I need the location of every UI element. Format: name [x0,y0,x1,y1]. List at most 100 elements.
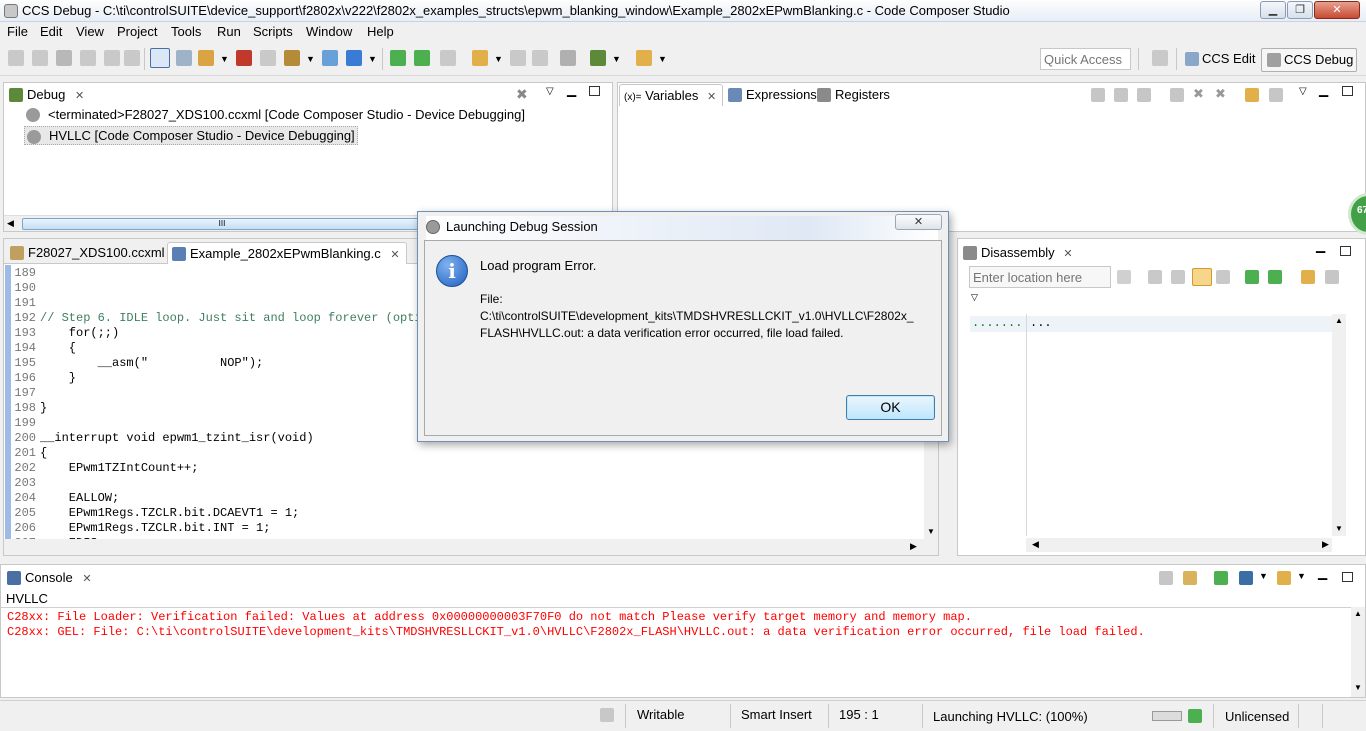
debug-icon[interactable] [590,50,606,66]
tab-console[interactable]: Console ✕ [3,567,98,589]
close-icon[interactable]: ✕ [82,573,91,585]
dialog-close-button[interactable]: ✕ [895,214,942,230]
menu-edit[interactable]: Edit [40,24,62,39]
maximize-view-icon[interactable] [1340,246,1351,256]
scroll-down-icon[interactable]: ▼ [927,527,935,536]
tab-ccxml-file[interactable]: F28027_XDS100.ccxml [6,242,171,264]
tab-disassembly[interactable]: Disassembly ✕ [959,242,1079,264]
maximize-button[interactable]: ❐ [1287,1,1313,19]
quick-access-input[interactable] [1040,48,1131,70]
chevron-down-icon[interactable]: ▼ [220,54,229,64]
view-menu-icon[interactable]: ▽ [546,86,554,97]
minimize-view-icon[interactable]: ▁ [1319,83,1328,97]
close-icon[interactable]: ✕ [707,91,716,103]
menu-help[interactable]: Help [367,24,394,39]
terminate-icon[interactable] [56,50,72,66]
profile-icon[interactable] [636,50,652,66]
tab-variables[interactable]: (x)= Variables ✕ [619,84,724,106]
collapse-all-icon[interactable] [1137,88,1151,102]
memory-icon[interactable] [440,50,456,66]
display-console-icon[interactable] [1239,571,1253,585]
menu-file[interactable]: File [7,24,28,39]
code-line[interactable]: 203 [4,476,919,491]
code-line[interactable]: 206 EPwm1Regs.TZCLR.bit.INT = 1; [4,521,919,536]
step-into-asm-icon[interactable] [1245,270,1259,284]
scroll-right-icon[interactable]: ▶ [1322,539,1329,550]
save-icon[interactable] [510,50,526,66]
remove-all-icon[interactable]: ✖ [1215,86,1226,102]
menu-run[interactable]: Run [217,24,241,39]
new-view-icon[interactable] [472,50,488,66]
chevron-down-icon[interactable]: ▼ [306,54,315,64]
expand-icon[interactable]: ▽ [971,292,978,303]
close-button[interactable]: ✕ [1314,1,1360,19]
step-over-asm-icon[interactable] [1268,270,1282,284]
minimize-view-icon[interactable]: ▁ [1316,239,1325,253]
status-icon[interactable] [600,708,614,722]
new-view-icon[interactable] [1301,270,1315,284]
scroll-left-icon[interactable]: ◀ [1032,539,1039,550]
scroll-up-icon[interactable]: ▲ [1335,316,1343,325]
disassembly-hscrollbar[interactable]: ◀ ▶ [1026,538,1332,552]
home-pc-icon[interactable] [1171,270,1185,284]
chevron-down-icon[interactable]: ▼ [658,54,667,64]
debug-tree-item[interactable]: <terminated>F28027_XDS100.ccxml [Code Co… [26,107,525,122]
minimize-view-icon[interactable]: ▁ [567,83,576,97]
open-console-icon[interactable] [1277,571,1291,585]
home-icon[interactable] [1148,270,1162,284]
step-assembly-icon[interactable] [390,50,406,66]
go-icon[interactable] [1117,270,1131,284]
minimize-button[interactable]: ▁ [1260,1,1286,19]
console-vscrollbar[interactable]: ▲ ▼ [1351,607,1365,697]
tab-debug[interactable]: Debug ✕ [5,84,90,106]
scroll-thumb[interactable]: III [22,218,422,230]
search-icon[interactable] [560,50,576,66]
minimize-view-icon[interactable]: ▁ [1318,566,1327,580]
clear-console-icon[interactable] [1159,571,1173,585]
tab-c-source-file[interactable]: Example_2802xEPwmBlanking.c ✕ [167,242,407,264]
chevron-down-icon[interactable]: ▼ [494,54,503,64]
scroll-up-icon[interactable]: ▲ [1354,609,1362,618]
console-output[interactable]: C28xx: File Loader: Verification failed:… [1,607,1351,697]
link-with-pc-icon[interactable] [1192,268,1212,286]
tab-registers[interactable]: Registers [813,84,896,106]
step-over-assembly-icon[interactable] [414,50,430,66]
new-view-icon[interactable] [1245,88,1259,102]
chevron-down-icon[interactable]: ▼ [1259,571,1268,581]
suspend-icon[interactable] [32,50,48,66]
chevron-down-icon[interactable]: ▼ [1297,571,1306,581]
perspective-ccs-edit[interactable]: CCS Edit [1180,48,1259,72]
notification-badge[interactable]: 67 [1348,193,1366,235]
maximize-view-icon[interactable] [1342,572,1353,582]
reset-cpu-icon[interactable] [236,50,252,66]
tab-expressions[interactable]: Expressions [724,84,823,106]
external-tools-icon[interactable] [346,50,362,66]
maximize-view-icon[interactable] [1342,86,1353,96]
open-perspective-icon[interactable] [1152,50,1168,66]
location-input[interactable] [969,266,1111,288]
pin-icon[interactable] [1325,270,1339,284]
add-watch-icon[interactable] [1170,88,1184,102]
disassembly-vscrollbar[interactable]: ▲ ▼ [1332,314,1346,536]
step-into-icon[interactable] [80,50,96,66]
resume-icon[interactable] [8,50,24,66]
close-icon[interactable]: ✕ [1063,248,1072,260]
disconnect-icon[interactable] [176,50,192,66]
close-icon[interactable]: ✕ [390,249,399,261]
perspective-ccs-debug[interactable]: CCS Debug [1261,48,1357,72]
view-menu-icon[interactable]: ▽ [1299,86,1307,97]
menu-window[interactable]: Window [306,24,352,39]
save-all-icon[interactable] [532,50,548,66]
ok-button[interactable]: OK [846,395,935,420]
editor-hscrollbar[interactable]: ▶ [4,539,938,555]
run-icon[interactable] [322,50,338,66]
connect-target-icon[interactable] [150,48,170,68]
code-line[interactable]: 205 EPwm1Regs.TZCLR.bit.DCAEVT1 = 1; [4,506,919,521]
scroll-down-icon[interactable]: ▼ [1354,683,1362,692]
menu-scripts[interactable]: Scripts [253,24,293,39]
menu-view[interactable]: View [76,24,104,39]
scroll-right-icon[interactable]: ▶ [910,541,917,552]
code-line[interactable]: 204 EALLOW; [4,491,919,506]
debug-launch-icon[interactable] [284,50,300,66]
scroll-lock-icon[interactable] [1183,571,1197,585]
